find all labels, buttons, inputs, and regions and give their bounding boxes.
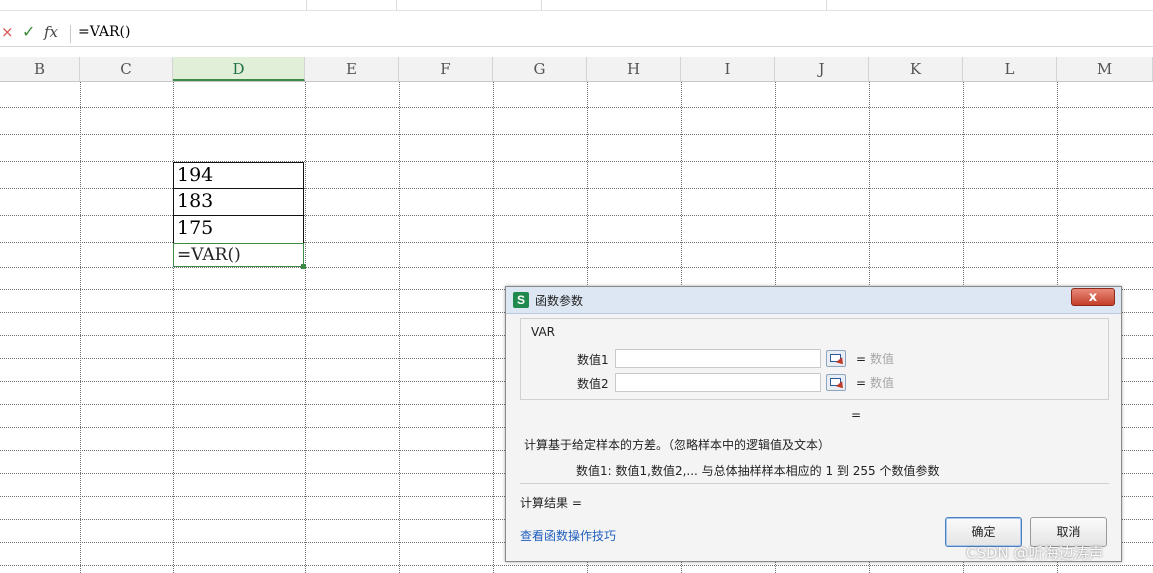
column-header-m[interactable]: M	[1057, 57, 1153, 81]
column-header-row: B C D E F G H I J K L M	[0, 57, 1153, 82]
column-header-i[interactable]: I	[681, 57, 775, 81]
arg-1-equals: =	[856, 352, 867, 366]
fill-handle[interactable]	[301, 264, 306, 269]
cancel-formula-icon[interactable]: ×	[1, 23, 14, 41]
grid-row-line	[0, 267, 1153, 268]
column-header-d[interactable]: D	[173, 57, 305, 81]
column-header-k[interactable]: K	[869, 57, 963, 81]
arg-2-input[interactable]	[615, 373, 821, 392]
formula-bar-divider	[70, 25, 71, 43]
function-arguments-dialog: S 函数参数 x VAR 数值1 = 数值 数值2 = 数值 = 计算基于给定样…	[505, 286, 1122, 562]
grid-row-line	[0, 565, 1153, 566]
column-header-l[interactable]: L	[963, 57, 1057, 81]
arg-1-hint: 数值	[870, 352, 895, 366]
grid-column-line	[173, 82, 174, 573]
column-header-h[interactable]: H	[587, 57, 681, 81]
wps-app-icon: S	[513, 292, 529, 308]
active-cell-text: =VAR()	[177, 245, 241, 265]
arg-2-equals: =	[856, 376, 867, 390]
column-header-g[interactable]: G	[493, 57, 587, 81]
grid-column-line	[80, 82, 81, 573]
function-tips-link[interactable]: 查看函数操作技巧	[520, 527, 616, 544]
formula-result-equals: =	[851, 408, 862, 422]
dialog-titlebar[interactable]: S 函数参数 x	[506, 287, 1121, 314]
arg-1-input[interactable]	[615, 349, 821, 368]
toolbar-strip	[0, 0, 1153, 11]
arg-1-label: 数值1	[577, 353, 609, 367]
function-name: VAR	[531, 325, 555, 339]
formula-bar: × ✓ fx =VAR()	[0, 22, 1153, 47]
grid-column-line	[493, 82, 494, 573]
column-header-c[interactable]: C	[80, 57, 173, 81]
arg-2-hint: 数值	[870, 376, 895, 390]
watermark: CSDN @听海边涛声	[966, 544, 1104, 562]
arg-1-range-picker-icon[interactable]	[826, 350, 846, 367]
cell-d-value-3[interactable]: 175	[173, 215, 304, 244]
toolbar-separator	[306, 0, 307, 10]
close-button[interactable]: x	[1071, 288, 1115, 306]
cell-d-value-2[interactable]: 183	[173, 188, 304, 216]
calculation-result: 计算结果 =	[520, 496, 582, 510]
toolbar-separator	[826, 0, 827, 10]
column-header-j[interactable]: J	[775, 57, 869, 81]
confirm-formula-icon[interactable]: ✓	[22, 22, 35, 41]
formula-input[interactable]: =VAR()	[78, 24, 130, 40]
arg-2-label: 数值2	[577, 377, 609, 391]
cell-d-value-1[interactable]: 194	[173, 162, 304, 189]
grid-row-line	[0, 107, 1153, 108]
argument-description: 数值1: 数值1,数值2,... 与总体抽样样本相应的 1 到 255 个数值参…	[576, 464, 940, 478]
dialog-separator	[520, 483, 1109, 484]
insert-function-icon[interactable]: fx	[44, 23, 58, 41]
active-cell-formula[interactable]: =VAR()	[173, 243, 306, 269]
toolbar-separator	[541, 0, 542, 10]
toolbar-separator	[396, 0, 397, 10]
dialog-title: 函数参数	[535, 294, 584, 308]
function-description: 计算基于给定样本的方差。（忽略样本中的逻辑值及文本）	[524, 438, 831, 452]
arg-2-range-picker-icon[interactable]	[826, 374, 846, 391]
column-header-b[interactable]: B	[0, 57, 80, 81]
column-header-e[interactable]: E	[305, 57, 399, 81]
column-header-f[interactable]: F	[399, 57, 493, 81]
grid-row-line	[0, 134, 1153, 135]
grid-column-line	[305, 82, 306, 573]
grid-column-line	[399, 82, 400, 573]
